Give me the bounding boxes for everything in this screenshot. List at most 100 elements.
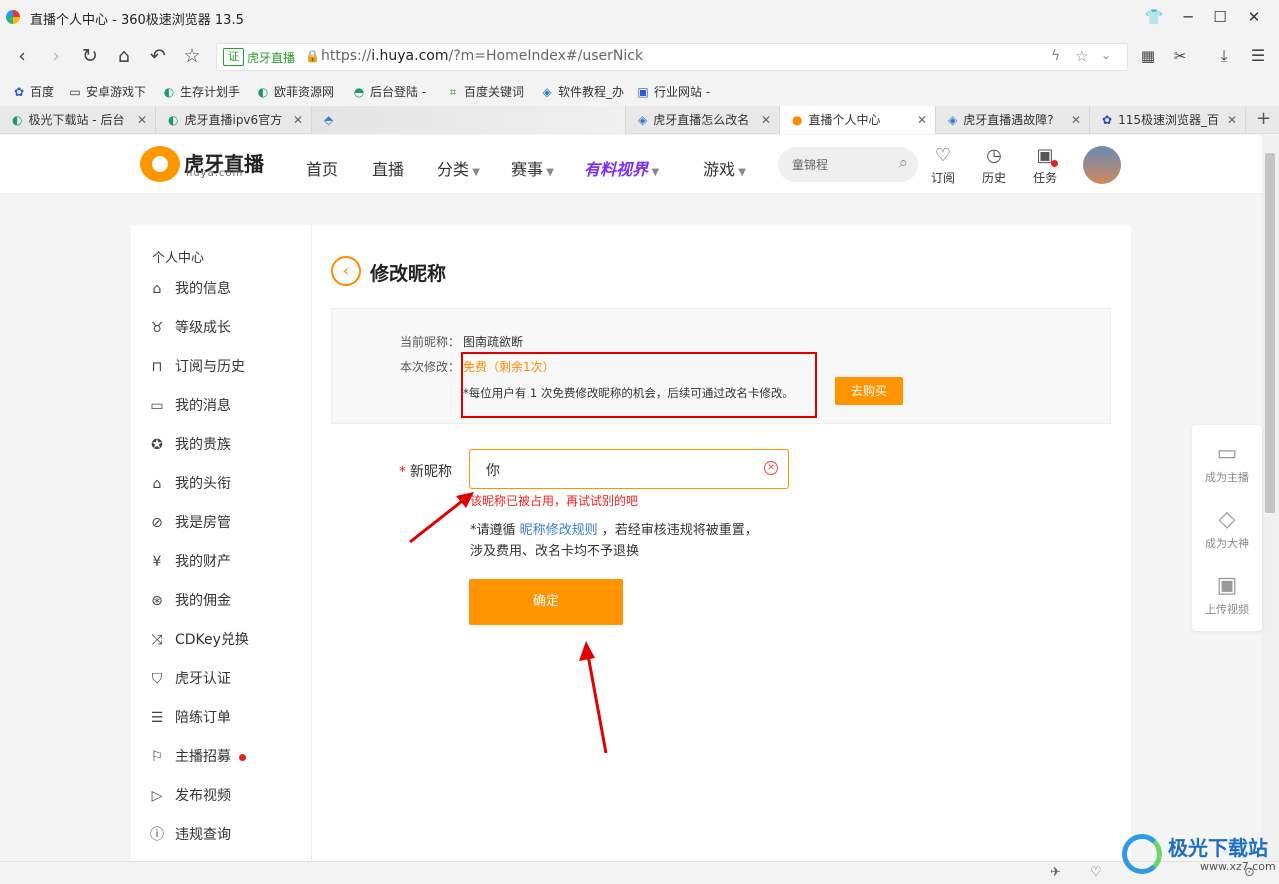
- site-watermark: 极光下载站 www.xz7.com: [1120, 830, 1276, 880]
- highlight-box: [461, 352, 817, 418]
- subscribe-button[interactable]: ♡ 订阅: [929, 145, 957, 186]
- sidebar-item-cdkey[interactable]: ⤨ CDKey兑换: [148, 628, 308, 652]
- become-streamer-button[interactable]: ▭ 成为主播: [1192, 441, 1262, 485]
- message-icon: ▭: [150, 398, 164, 414]
- new-nick-input[interactable]: 你 ✕: [469, 449, 789, 489]
- flag-icon: ⚐: [150, 749, 164, 765]
- nav-category[interactable]: 分类 ▼: [437, 156, 480, 180]
- bookmark-item[interactable]: ✿ 百度: [12, 83, 54, 100]
- lightning-icon[interactable]: ϟ: [1051, 48, 1060, 64]
- bookmark-icon: ⊓: [151, 359, 163, 375]
- back-circle-icon[interactable]: ‹: [331, 256, 361, 286]
- browser-tab[interactable]: ◈ 虎牙直播怎么改名 ✕: [626, 106, 780, 134]
- dropdown-icon[interactable]: ⌄: [1101, 48, 1111, 62]
- buy-button[interactable]: 去购买: [835, 377, 903, 405]
- floating-action-panel: ▭ 成为主播 ◇ 成为大神 ▣ 上传视频: [1192, 425, 1262, 631]
- camera-icon: ▭: [1216, 441, 1238, 466]
- page-scrollbar[interactable]: [1262, 135, 1279, 861]
- browser-tab[interactable]: ◐ 虎牙直播ipv6官方 ✕: [156, 106, 312, 134]
- tab-strip: ◐ 极光下载站 - 后台 ✕ ◐ 虎牙直播ipv6官方 ✕ ⬘ ◈ 虎牙直播怎么改名 ✕ ●…: [0, 106, 1279, 134]
- red-dot-badge: [239, 753, 246, 761]
- sidebar-item-orders[interactable]: ☰ 陪练订单: [148, 706, 308, 730]
- sidebar-item-subscribe[interactable]: ⊓ 订阅与历史: [148, 355, 308, 379]
- clear-icon[interactable]: ✕: [764, 461, 778, 475]
- minimize-button[interactable]: ─: [1178, 8, 1198, 26]
- upload-video-button[interactable]: ▣ 上传视频: [1192, 573, 1262, 617]
- browser-tab[interactable]: ⬘: [312, 106, 626, 134]
- sidebar-item-info[interactable]: ⌂ 我的信息: [148, 277, 308, 301]
- sidebar-item-video[interactable]: ▷ 发布视频: [148, 784, 308, 808]
- reload-icon[interactable]: ↻: [78, 44, 102, 68]
- rocket-icon[interactable]: ✈: [1050, 865, 1061, 880]
- home-icon[interactable]: ⌂: [112, 44, 136, 68]
- clock-icon: ◷: [986, 145, 1002, 166]
- rule-text: *请遵循 昵称修改规则 ，若经审核违规将被重置，: [470, 523, 758, 538]
- search-icon[interactable]: ⌕: [898, 153, 908, 173]
- nav-games[interactable]: 游戏 ▼: [703, 156, 746, 180]
- bookmark-item[interactable]: ◐ 欧菲资源网: [256, 83, 334, 100]
- site-search-input[interactable]: 童锦程 ⌕: [778, 147, 918, 182]
- menu-icon[interactable]: ☰: [1246, 44, 1270, 68]
- bookmark-item[interactable]: ▭ 安卓游戏下: [68, 83, 146, 100]
- bookmark-item[interactable]: ◓ 后台登陆 -: [352, 83, 426, 100]
- sidebar-item-verify[interactable]: ⛉ 虎牙认证: [148, 667, 308, 691]
- money-bag-icon: ¥: [152, 554, 162, 570]
- sidebar-item-roommanager[interactable]: ⊘ 我是房管: [148, 511, 308, 535]
- error-message: 该昵称已被占用，再试试别的吧: [470, 494, 639, 508]
- coin-icon: ⊛: [151, 593, 163, 609]
- bookmark-star-icon[interactable]: ☆: [180, 44, 204, 68]
- notification-dot: [1051, 160, 1058, 167]
- play-icon: ▷: [151, 788, 163, 804]
- bookmark-item[interactable]: ◈ 软件教程_办: [540, 83, 624, 100]
- close-window-button[interactable]: ✕: [1244, 8, 1264, 26]
- sidebar-item-commission[interactable]: ⊛ 我的佣金: [148, 589, 308, 613]
- watermark-logo: [1122, 834, 1162, 874]
- browser-tab-active[interactable]: ● 直播个人中心 ✕: [780, 106, 936, 134]
- favorite-icon[interactable]: ☆: [1075, 47, 1088, 65]
- scissors-icon[interactable]: ✂: [1168, 44, 1192, 68]
- page-title: 修改昵称: [370, 263, 447, 285]
- forward-icon[interactable]: ›: [44, 44, 68, 68]
- browser-tab[interactable]: ◈ 虎牙直播遇故障? ✕: [936, 106, 1090, 134]
- sidebar-item-noble[interactable]: ✪ 我的贵族: [148, 433, 308, 457]
- new-tab-icon[interactable]: +: [1256, 108, 1271, 129]
- become-master-button[interactable]: ◇ 成为大神: [1192, 507, 1262, 551]
- nav-live[interactable]: 直播: [372, 156, 404, 180]
- nav-youliao[interactable]: 有料视界 ▼: [584, 156, 659, 180]
- url-text[interactable]: https://i.huya.com/?m=HomeIndex#/userNic…: [321, 48, 643, 64]
- bookmark-item[interactable]: ▣ 行业网站 -: [636, 83, 710, 100]
- browser-tab[interactable]: ✿ 115极速浏览器_百 ✕: [1090, 106, 1246, 134]
- sidebar-item-recruit[interactable]: ⚐ 主播招募: [148, 745, 308, 769]
- history-button[interactable]: ◷ 历史: [980, 145, 1008, 186]
- sidebar-item-assets[interactable]: ¥ 我的财产: [148, 550, 308, 574]
- bookmark-item[interactable]: ◐ 生存计划手: [162, 83, 240, 100]
- shuffle-icon: ⤨: [151, 632, 163, 648]
- change-label: 本次修改：: [400, 360, 461, 374]
- rule-link[interactable]: 昵称修改规则: [520, 523, 598, 538]
- sidebar-item-violation[interactable]: ⓘ 违规查询: [148, 823, 308, 847]
- nav-home[interactable]: 首页: [306, 156, 338, 180]
- user-avatar[interactable]: [1083, 146, 1121, 184]
- annotation-arrow-icon: [579, 641, 608, 754]
- huya-logo-icon[interactable]: [140, 146, 180, 182]
- browser-tab[interactable]: ◐ 极光下载站 - 后台 ✕: [0, 106, 156, 134]
- apps-icon[interactable]: ▦: [1136, 44, 1160, 68]
- confirm-button[interactable]: 确定: [469, 579, 623, 625]
- skin-icon[interactable]: 👕: [1144, 8, 1164, 26]
- download-icon[interactable]: ⤓: [1212, 44, 1236, 68]
- bookmark-item[interactable]: ⌗ 百度关键词: [446, 83, 524, 100]
- sidebar-item-level[interactable]: ♉ 等级成长: [148, 316, 308, 340]
- current-nick-label: 当前昵称：: [400, 335, 461, 349]
- scrollbar-thumb[interactable]: [1265, 153, 1275, 513]
- back-icon[interactable]: ‹: [10, 44, 34, 68]
- sidebar-item-messages[interactable]: ▭ 我的消息: [148, 394, 308, 418]
- nav-events[interactable]: 赛事 ▼: [511, 156, 554, 180]
- new-nick-label: * 新昵称: [399, 464, 452, 480]
- sidebar-item-title[interactable]: ⌂ 我的头衔: [148, 472, 308, 496]
- house-badge-icon: ⌂: [152, 476, 162, 492]
- heart-status-icon[interactable]: ♡: [1090, 865, 1102, 880]
- list-icon: ☰: [150, 710, 164, 726]
- address-bar[interactable]: 证 虎牙直播 🔒 https://i.huya.com/?m=HomeIndex…: [216, 43, 1128, 71]
- undo-icon[interactable]: ↶: [146, 44, 170, 68]
- maximize-button[interactable]: ☐: [1210, 8, 1230, 26]
